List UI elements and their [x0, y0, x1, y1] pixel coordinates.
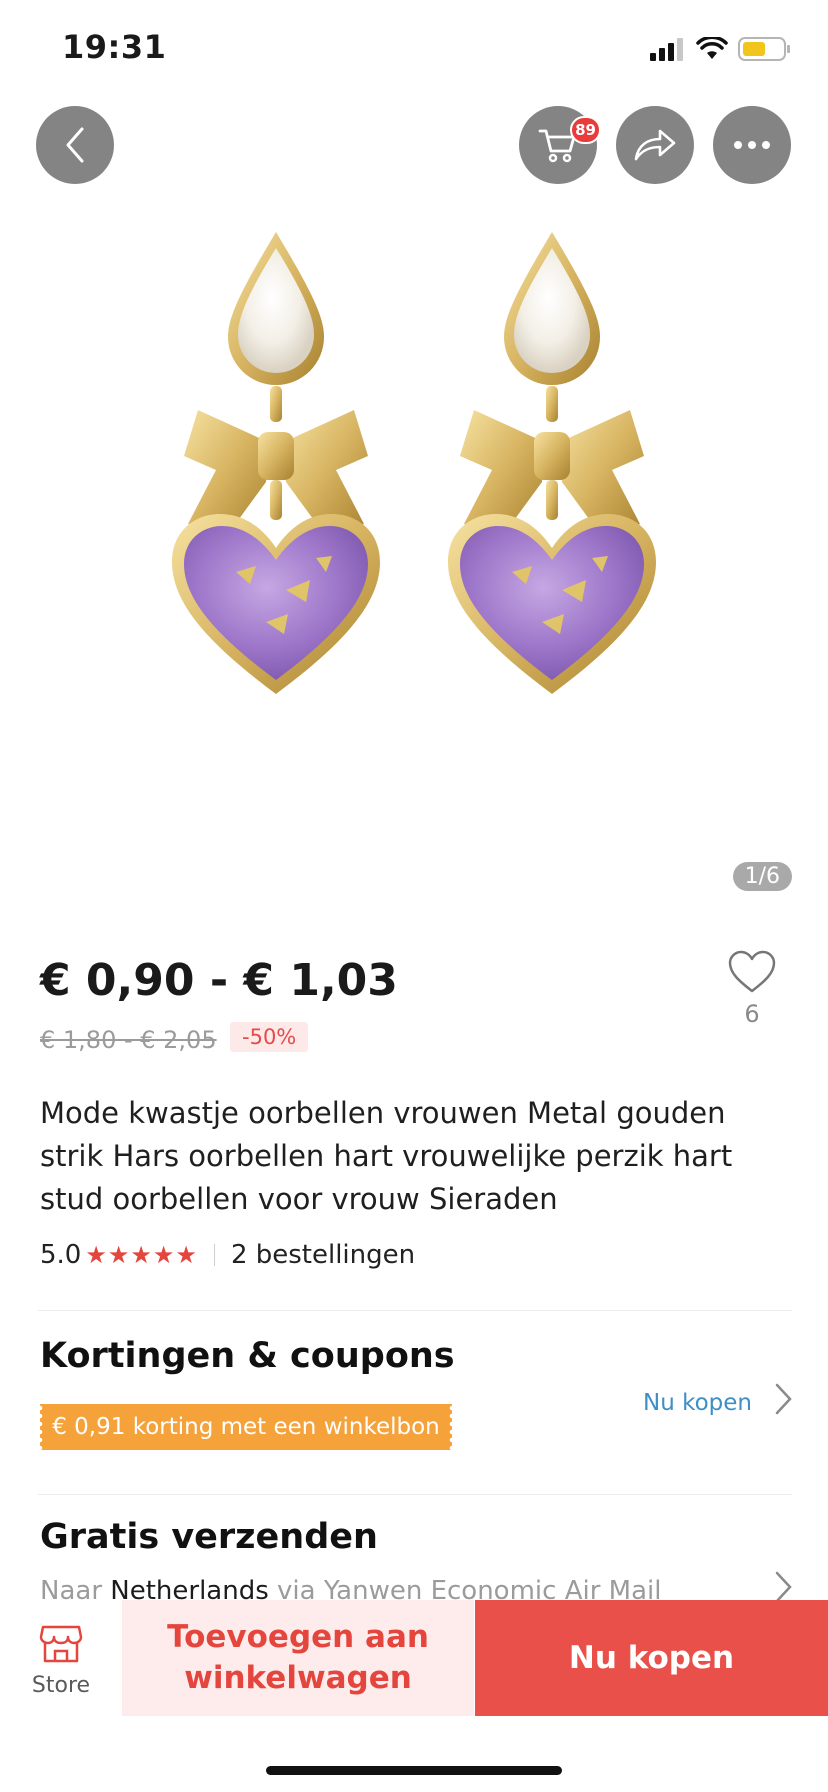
- back-icon: [66, 127, 84, 163]
- back-button[interactable]: [36, 106, 114, 184]
- product-title: Mode kwastje oorbellen vrouwen Metal gou…: [40, 1096, 733, 1216]
- battery-icon: [738, 37, 790, 61]
- share-icon: [634, 129, 676, 161]
- buy-now-button[interactable]: Nu kopen: [475, 1600, 828, 1716]
- wifi-icon: [696, 37, 728, 59]
- divider: [38, 1310, 792, 1311]
- more-icon: [734, 141, 770, 149]
- store-icon: [39, 1625, 83, 1662]
- chevron-right-icon[interactable]: [774, 1382, 794, 1425]
- rating-value: 5.0: [40, 1240, 82, 1270]
- product-image[interactable]: [0, 200, 828, 910]
- wishlist-button[interactable]: 6: [726, 950, 778, 1028]
- discounts-title: Kortingen & coupons: [40, 1336, 455, 1376]
- shipping-title: Gratis verzenden: [40, 1517, 378, 1557]
- image-counter: 1/6: [732, 862, 792, 891]
- coupon-badge[interactable]: € 0,91 korting met een winkelbon: [37, 1404, 455, 1450]
- more-button[interactable]: [713, 106, 791, 184]
- wishlist-count: 6: [744, 1000, 760, 1028]
- price-range: € 0,90 - € 1,03: [40, 955, 398, 1006]
- coupon-buy-link[interactable]: Nu kopen: [643, 1390, 752, 1416]
- divider: [38, 1494, 792, 1495]
- store-label: Store: [31, 1672, 91, 1698]
- add-to-cart-button[interactable]: Toevoegen aan winkelwagen: [122, 1600, 474, 1716]
- cart-count-badge: 89: [570, 116, 601, 144]
- status-time: 19:31: [62, 28, 167, 66]
- cart-button[interactable]: 89: [519, 106, 601, 184]
- status-icons: [650, 34, 792, 64]
- orders-count: 2 bestellingen: [230, 1240, 416, 1270]
- home-indicator[interactable]: [266, 1766, 562, 1775]
- signal-icon: [650, 38, 683, 61]
- heart-icon: [728, 950, 776, 993]
- discount-badge: -50%: [230, 1022, 309, 1052]
- rating-row[interactable]: 5.0 ★★★★★ 2 bestellingen: [40, 1240, 415, 1270]
- rating-divider: [213, 1244, 215, 1266]
- store-button[interactable]: Store: [0, 1600, 122, 1718]
- rating-stars: ★★★★★: [85, 1241, 198, 1269]
- original-price: € 1,80 - € 2,05: [40, 1026, 217, 1054]
- share-button[interactable]: [616, 106, 694, 184]
